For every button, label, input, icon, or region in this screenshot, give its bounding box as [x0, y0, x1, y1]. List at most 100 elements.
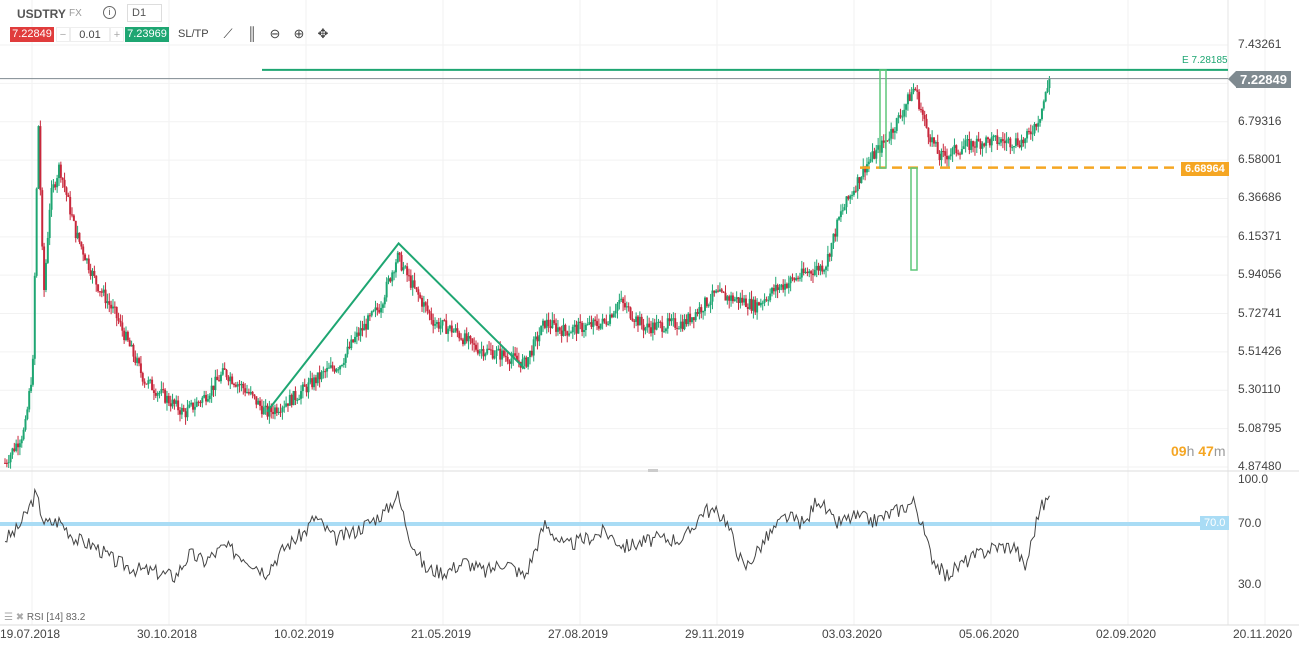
- line-chart-icon[interactable]: ⟋: [220, 26, 236, 42]
- candle-up: [607, 323, 610, 325]
- candle-down: [67, 194, 70, 197]
- candle-up: [830, 243, 833, 257]
- candle-up: [125, 331, 128, 341]
- candle-up: [888, 138, 891, 141]
- candle-down: [89, 270, 92, 276]
- candle-down: [424, 302, 427, 306]
- candle-down: [199, 402, 202, 404]
- candle-up: [860, 176, 863, 184]
- sltp-button[interactable]: SL/TP: [178, 28, 209, 40]
- candle-up: [644, 327, 647, 331]
- candle-up: [387, 278, 390, 282]
- market-dropdown[interactable]: FX: [69, 8, 82, 19]
- candle-down: [303, 384, 306, 387]
- candle-down: [648, 323, 651, 328]
- candle-up: [994, 135, 997, 137]
- candle-up: [573, 324, 576, 327]
- candle-up: [257, 400, 260, 405]
- volume-input[interactable]: 0.01: [70, 27, 110, 42]
- panel-resize-handle[interactable]: [648, 469, 658, 472]
- volume-decrease-button[interactable]: −: [56, 27, 70, 42]
- candle-up: [435, 321, 438, 325]
- price-tick-label: 5.94056: [1238, 267, 1282, 282]
- candle-down: [802, 268, 805, 273]
- candle-up: [569, 332, 572, 334]
- candle-up: [759, 302, 762, 306]
- candle-up: [441, 320, 444, 326]
- candle-down: [1029, 131, 1032, 135]
- timeframe-select[interactable]: D1: [127, 4, 162, 22]
- candle-up: [359, 328, 362, 336]
- candle-up: [106, 301, 109, 304]
- candle-down: [421, 297, 424, 307]
- candle-up: [614, 310, 617, 314]
- candle-down: [333, 368, 336, 372]
- candle-down: [108, 301, 111, 305]
- candle-up: [307, 382, 310, 393]
- indicator-remove-icon[interactable]: ✖: [16, 612, 24, 623]
- symbol-label[interactable]: USDTRY: [17, 7, 66, 21]
- candle-down: [93, 270, 96, 276]
- info-icon[interactable]: i: [103, 6, 116, 19]
- candle-up: [584, 324, 587, 331]
- candle-down: [858, 177, 861, 184]
- candle-down: [138, 358, 141, 364]
- zoom-in-icon[interactable]: ⊕: [291, 26, 307, 42]
- candle-down: [547, 319, 550, 327]
- candle-up: [808, 271, 811, 274]
- candle-up: [346, 346, 349, 355]
- candle-up: [206, 399, 209, 402]
- candle-up: [880, 140, 883, 153]
- candle-down: [555, 323, 558, 332]
- candle-down: [955, 145, 958, 154]
- candle-up: [767, 300, 770, 302]
- chart-canvas[interactable]: 100.0 70.0 30.0: [0, 0, 1299, 651]
- candle-down: [100, 291, 103, 293]
- candle-up: [91, 270, 94, 276]
- candle-up: [367, 315, 370, 330]
- buy-button[interactable]: 7.23969: [125, 27, 169, 42]
- candle-up: [495, 350, 498, 356]
- candle-down: [400, 254, 403, 271]
- current-price-tag: 7.22849: [1236, 71, 1291, 88]
- candle-down: [1001, 139, 1004, 142]
- candle-up: [638, 316, 641, 326]
- candle-down: [234, 384, 237, 387]
- candle-up: [538, 335, 541, 342]
- candle-down: [558, 327, 561, 331]
- candle-up: [683, 319, 686, 330]
- toolbar: USDTRY FX i D1 7.22849 − 0.01 + 7.23969 …: [0, 0, 360, 45]
- candle-up: [480, 349, 483, 351]
- candle-down: [728, 296, 731, 301]
- candle-up: [193, 406, 196, 410]
- candle-up: [391, 272, 394, 282]
- volume-increase-button[interactable]: +: [110, 27, 124, 42]
- candle-down: [41, 190, 44, 247]
- candle-type-icon[interactable]: ║: [244, 26, 260, 42]
- candle-down: [465, 333, 468, 342]
- candle-down: [119, 320, 122, 323]
- indicator-settings-icon[interactable]: ☰: [4, 612, 13, 623]
- candle-up: [771, 287, 774, 294]
- candle-up: [663, 331, 666, 333]
- candle-down: [549, 326, 552, 329]
- candle-up: [1042, 101, 1045, 109]
- candle-up: [694, 312, 697, 321]
- candle-up: [22, 429, 25, 440]
- candle-down: [873, 151, 876, 159]
- candle-up: [851, 194, 854, 196]
- candle-up: [780, 284, 783, 288]
- candle-down: [597, 325, 600, 329]
- candle-down: [428, 311, 431, 314]
- candle-down: [610, 314, 613, 318]
- candle-down: [145, 383, 148, 385]
- candle-down: [419, 294, 422, 298]
- candle-up: [897, 115, 900, 119]
- sell-button[interactable]: 7.22849: [10, 27, 54, 42]
- candle-up: [940, 150, 943, 161]
- candle-down: [113, 306, 116, 308]
- move-icon[interactable]: ✥: [315, 26, 331, 42]
- candle-up: [975, 138, 978, 148]
- candle-down: [681, 321, 684, 330]
- zoom-out-icon[interactable]: ⊖: [267, 26, 283, 42]
